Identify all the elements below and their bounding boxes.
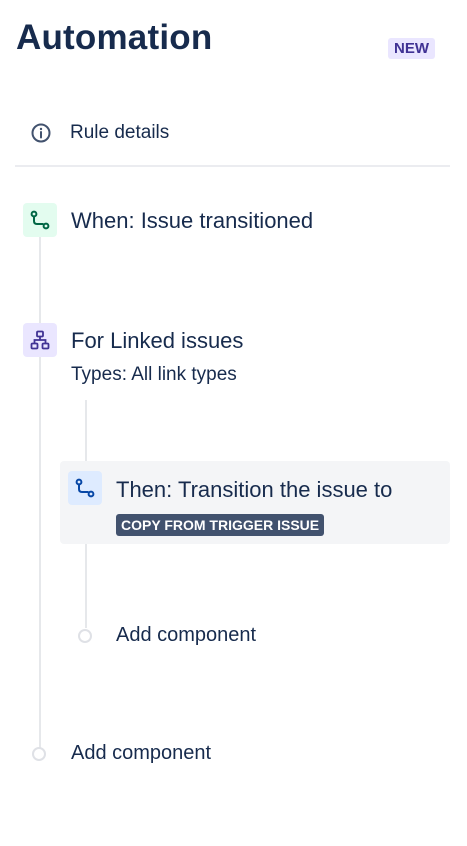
trigger-transition-icon[interactable] xyxy=(23,203,57,237)
branch-title[interactable]: For Linked issues xyxy=(71,328,243,354)
rule-details-item[interactable]: Rule details xyxy=(16,108,450,158)
info-icon xyxy=(30,122,52,144)
action-transition-icon[interactable] xyxy=(68,471,102,505)
flow-connector-line xyxy=(39,232,41,752)
trigger-title[interactable]: When: Issue transitioned xyxy=(71,208,313,234)
add-component-dot-icon xyxy=(78,628,92,643)
add-component-label: Add component xyxy=(71,742,212,764)
add-component-label: Add component xyxy=(116,624,257,646)
branch-subtitle: Types: All link types xyxy=(71,364,237,385)
new-badge: NEW xyxy=(388,38,435,59)
action-title[interactable]: Then: Transition the issue to xyxy=(116,477,392,503)
rule-details-label: Rule details xyxy=(70,122,170,143)
add-component-branch-button[interactable]: Add component xyxy=(78,624,256,647)
add-component-dot-icon xyxy=(32,746,46,761)
branch-icon[interactable] xyxy=(23,323,57,357)
header: Automation NEW xyxy=(16,14,451,64)
page-title: Automation xyxy=(16,18,213,57)
divider xyxy=(15,165,450,167)
add-component-button[interactable]: Add component xyxy=(32,742,211,765)
copy-from-trigger-lozenge: COPY FROM TRIGGER ISSUE xyxy=(116,514,325,536)
